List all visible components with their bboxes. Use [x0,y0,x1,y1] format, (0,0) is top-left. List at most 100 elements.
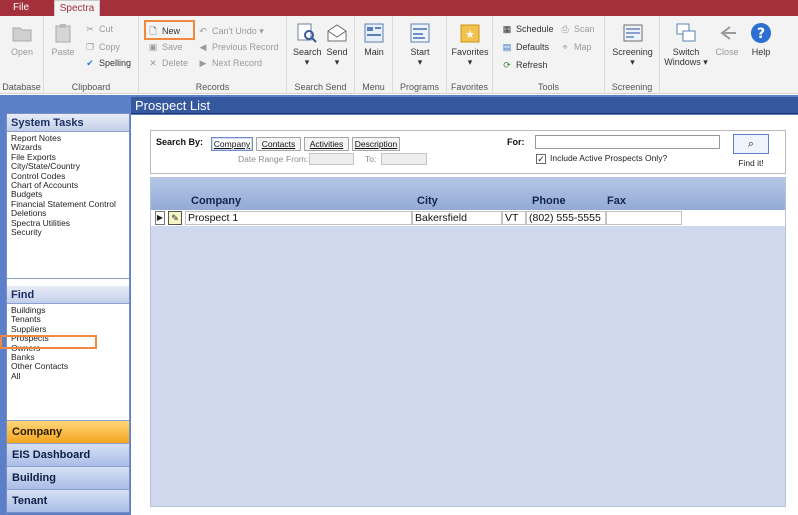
main-menu-icon [364,23,384,43]
undo-icon: ↶ [199,26,207,36]
paste-button[interactable]: Paste [48,20,78,57]
cell-phone[interactable]: (802) 555-5555 [526,211,606,225]
next-record-button[interactable]: ▶ Next Record [197,56,263,70]
cell-company[interactable]: Prospect 1 [185,211,412,225]
copy-button[interactable]: ❐ Copy [84,40,120,54]
search-icon [297,23,317,43]
search-tab-activities[interactable]: Activities [304,137,349,151]
tab-file[interactable]: File [4,0,38,16]
date-range-label: Date Range [238,154,284,164]
main-button[interactable]: Main [359,20,389,57]
find-it-button[interactable]: ⌕ [733,134,769,154]
svg-text:?: ? [757,26,765,42]
group-menu: Main Menu [355,16,393,94]
switch-windows-icon [676,23,696,42]
folder-icon [12,27,32,42]
include-active-checkbox[interactable]: ✓ [536,154,546,164]
defaults-button[interactable]: ▤ Defaults [501,40,549,54]
nav-tenant[interactable]: Tenant [7,489,129,512]
scissors-icon: ✂ [86,24,94,34]
save-button[interactable]: ▣ Save [147,40,183,54]
map-icon: ⌖ [562,42,568,52]
group-clipboard: Paste ✂ Cut ❐ Copy ✔ Spelling Clipboard [44,16,139,94]
nav-building[interactable]: Building [7,466,129,489]
row-selector-icon[interactable]: ▶ [155,211,165,225]
switch-windows-button[interactable]: Switch Windows ▾ [664,20,708,68]
prospect-grid: Company City Phone Fax ▶ ✎ Prospect 1 Ba… [150,177,786,507]
group-database: Open Database [0,16,44,94]
new-button-highlight [144,20,195,40]
undo-button[interactable]: ↶ Can't Undo ▾ [197,24,264,38]
from-label: From: [286,154,309,164]
scan-button[interactable]: ⎙ Scan [559,22,594,36]
group-label-search-send: Search Send [294,82,347,92]
screening-button[interactable]: Screening ▾ [607,20,658,68]
ribbon: Open Database Paste ✂ Cut ❐ Copy ✔ Spelling… [0,16,798,94]
group-search-send: Search ▾ Send ▾ Search Send [287,16,355,94]
delete-button[interactable]: ✕ Delete [147,56,188,70]
group-label-database: Database [2,82,41,92]
spelling-button[interactable]: ✔ Spelling [84,56,131,70]
search-panel: Search By: Company Contacts Activities D… [150,130,786,174]
save-icon: ▣ [148,42,158,52]
cut-button[interactable]: ✂ Cut [84,22,113,36]
search-tab-company[interactable]: Company [211,137,253,151]
edit-icon[interactable]: ✎ [168,211,182,225]
tab-spectra[interactable]: Spectra [54,0,100,16]
find-other-contacts[interactable]: Other Contacts [11,362,129,372]
group-label-records: Records [195,82,230,92]
search-tab-description[interactable]: Description [352,137,400,151]
prospect-list-panel: Search By: Company Contacts Activities D… [131,115,798,515]
nav-company[interactable]: Company [7,420,129,443]
binoculars-icon: ⌕ [747,138,755,150]
delete-icon: ✕ [149,58,157,68]
group-label-programs: Programs [399,82,439,92]
group-label-menu: Menu [362,82,385,92]
screening-icon [623,24,642,42]
scan-icon: ⎙ [561,24,569,34]
search-by-label: Search By: [156,137,204,147]
spellcheck-icon: ✔ [86,58,94,68]
close-button[interactable]: Close [712,20,742,57]
find-title: Find [7,286,129,304]
search-button[interactable]: Search ▾ [293,20,322,68]
for-search-input[interactable] [535,135,720,149]
schedule-button[interactable]: ▦ Schedule [501,22,554,36]
nav-eis-dashboard[interactable]: EIS Dashboard [7,443,129,466]
help-button[interactable]: ? Help [746,20,776,57]
cell-fax[interactable] [606,211,682,225]
star-icon: ★ [460,24,480,43]
page-title: Prospect List [131,97,798,114]
column-company[interactable]: Company [191,195,241,207]
task-security[interactable]: Security [11,227,129,237]
group-label-favorites: Favorites [450,82,488,92]
from-date-field[interactable] [309,153,354,165]
cell-city[interactable]: Bakersfield [412,211,502,225]
find-all[interactable]: All [11,371,129,381]
open-button[interactable]: Open [4,20,40,57]
find-it-label: Find it! [738,158,764,168]
grid-header: Company City Phone Fax [151,178,785,210]
ribbon-tab-bar: File Spectra [0,0,798,16]
system-tasks-title: System Tasks [7,114,129,132]
group-label-tools: Tools [537,82,559,92]
column-fax[interactable]: Fax [607,195,626,207]
search-tab-contacts[interactable]: Contacts [256,137,301,151]
refresh-button[interactable]: ⟳ Refresh [501,58,547,72]
column-phone[interactable]: Phone [532,195,566,207]
to-date-field[interactable] [381,153,427,165]
table-row[interactable]: ▶ ✎ Prospect 1 Bakersfield VT (802) 555-… [151,210,785,226]
left-navigation-pane: System Tasks Report Notes Wizards File E… [6,113,130,513]
group-tools: ▦ Schedule ⎙ Scan ▤ Defaults ⌖ Map ⟳ Refresh … [493,16,605,94]
find-section: Find Buildings Tenants Suppliers Prospec… [7,286,129,412]
copy-icon: ❐ [85,42,95,52]
map-button[interactable]: ⌖ Map [559,40,591,54]
previous-record-button[interactable]: ◀ Previous Record [197,40,279,54]
cell-state[interactable]: VT [502,211,526,225]
previous-icon: ◀ [199,42,207,52]
include-active-label: Include Active Prospects Only? [550,153,668,163]
send-button[interactable]: Send ▾ [323,20,351,68]
start-button[interactable]: Start ▾ [403,20,437,68]
column-city[interactable]: City [417,195,438,207]
favorites-button[interactable]: ★ Favorites ▾ [449,20,491,68]
